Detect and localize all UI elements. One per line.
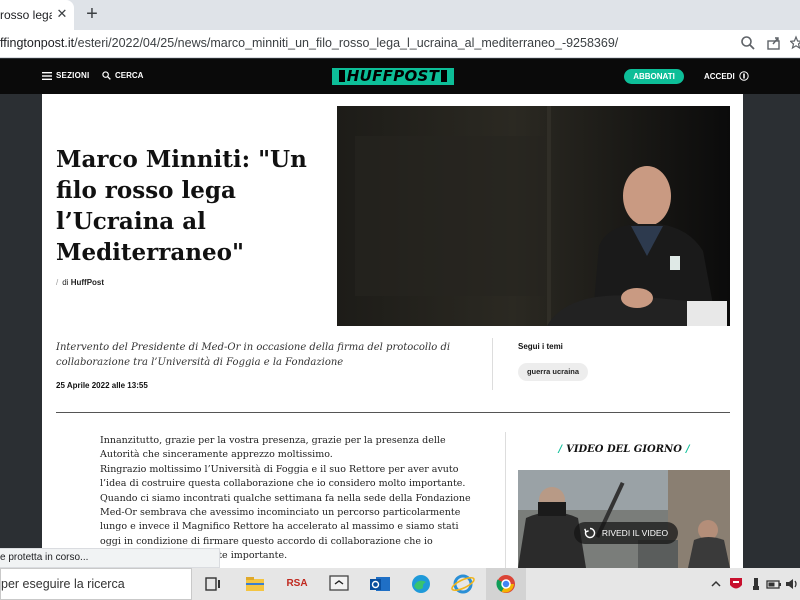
- article-paragraph: Innanzitutto, grazie per la vostra prese…: [100, 435, 446, 461]
- address-bar[interactable]: ffingtonpost.it/esteri/2022/04/25/news/m…: [0, 30, 800, 58]
- share-icon[interactable]: [766, 35, 784, 53]
- byline-author[interactable]: HuffPost: [71, 278, 104, 287]
- replay-video-button[interactable]: RIVEDI IL VIDEO: [574, 522, 678, 544]
- logo-bar-left: [338, 70, 345, 82]
- rsa-app-icon[interactable]: RSA: [284, 572, 310, 596]
- browser-tab[interactable]: rosso lega ✕: [0, 0, 74, 30]
- video-still: [518, 470, 730, 568]
- byline: / di HuffPost: [56, 278, 104, 287]
- byline-prefix: di: [62, 278, 69, 287]
- sections-menu-button[interactable]: SEZIONI: [42, 71, 89, 80]
- horizontal-rule: [56, 412, 730, 413]
- file-explorer-icon[interactable]: [242, 572, 268, 596]
- sidebar-divider: [505, 432, 506, 568]
- article-paragraph: Ringrazio moltissimo l’Università di Fog…: [100, 463, 466, 490]
- login-button[interactable]: ACCEDI: [704, 71, 749, 81]
- video-thumbnail[interactable]: RIVEDI IL VIDEO: [518, 470, 730, 568]
- hamburger-icon: [42, 71, 52, 80]
- tab-title: rosso lega: [0, 8, 52, 22]
- login-label: ACCEDI: [704, 71, 735, 81]
- volume-icon[interactable]: [784, 576, 800, 592]
- chevron-up-icon[interactable]: [708, 576, 724, 592]
- publish-date: 25 Aprile 2022 alle 13:55: [56, 381, 148, 390]
- sections-label: SEZIONI: [56, 71, 90, 80]
- taskbar: per eseguire la ricerca RSA: [0, 568, 800, 600]
- zoom-icon[interactable]: [740, 35, 758, 53]
- byline-slash: /: [56, 278, 59, 287]
- edge-icon[interactable]: [408, 572, 434, 596]
- hero-photo-illustration: [337, 106, 730, 326]
- article-body: Innanzitutto, grazie per la vostra prese…: [100, 434, 482, 564]
- replay-icon: [583, 527, 596, 539]
- battery-icon[interactable]: [766, 576, 782, 592]
- new-tab-button[interactable]: +: [82, 4, 102, 24]
- outlook-icon[interactable]: [367, 572, 393, 596]
- chat-app-icon[interactable]: [326, 572, 352, 596]
- url-text[interactable]: ffingtonpost.it/esteri/2022/04/25/news/m…: [0, 36, 618, 50]
- logo-bar-right: [441, 70, 448, 82]
- close-icon[interactable]: ✕: [54, 6, 70, 22]
- divider: [492, 338, 493, 390]
- chrome-icon[interactable]: [493, 572, 519, 596]
- topic-tag[interactable]: guerra ucraina: [518, 363, 588, 381]
- antivirus-shield-icon[interactable]: [728, 576, 744, 592]
- title-slash-left: /: [558, 444, 563, 455]
- article-page: Marco Minniti: "Un filo rosso lega l’Ucr…: [42, 94, 743, 568]
- search-label: CERCA: [115, 71, 144, 80]
- taskbar-search-box[interactable]: per eseguire la ricerca: [0, 568, 192, 600]
- internet-explorer-icon[interactable]: [450, 572, 476, 596]
- replay-video-label: RIVEDI IL VIDEO: [601, 528, 669, 538]
- video-of-day-title: / VIDEO DEL GIORNO /: [558, 444, 690, 455]
- article-subtitle: Intervento del Presidente di Med-Or in o…: [56, 342, 451, 368]
- follow-topics-label: Segui i temi: [518, 342, 563, 351]
- search-button[interactable]: CERCA: [102, 71, 143, 80]
- site-header: SEZIONI CERCA HUFFPOST ABBONATI ACCEDI: [0, 59, 800, 94]
- usb-device-icon[interactable]: [748, 576, 764, 592]
- browser-status-bar: e protetta in corso...: [0, 548, 220, 568]
- browser-tab-strip: rosso lega ✕ +: [0, 0, 800, 30]
- subscribe-button[interactable]: ABBONATI: [624, 69, 684, 84]
- task-view-icon[interactable]: [200, 572, 226, 596]
- article-headline: Marco Minniti: "Un filo rosso lega l’Ucr…: [56, 146, 307, 266]
- user-icon: [738, 71, 749, 81]
- bookmark-star-icon[interactable]: [789, 35, 800, 53]
- huffpost-logo[interactable]: HUFFPOST: [332, 68, 454, 85]
- search-icon: [102, 71, 111, 80]
- title-slash-right: /: [685, 444, 690, 455]
- hero-image: [337, 106, 730, 326]
